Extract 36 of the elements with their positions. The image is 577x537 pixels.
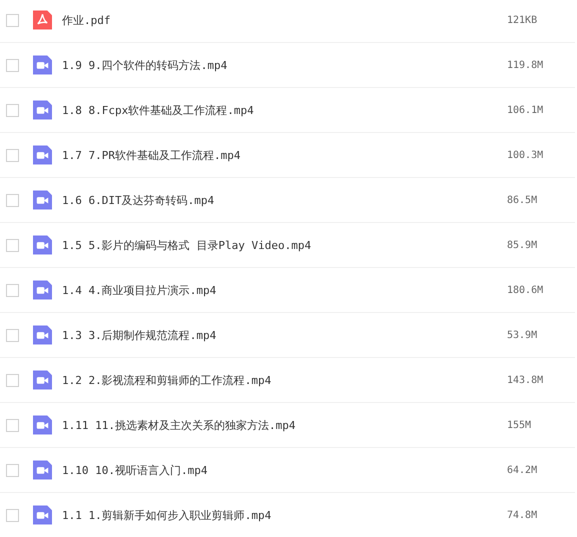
file-name[interactable]: 1.5 5.影片的编码与格式 目录Play Video.mp4 [62, 238, 507, 252]
file-size: 119.8M [507, 60, 544, 70]
file-size: 86.5M [507, 194, 538, 206]
file-size: 100.3M [507, 150, 544, 160]
file-name[interactable]: 1.2 2.影视流程和剪辑师的工作流程.mp4 [62, 372, 507, 388]
file-name[interactable]: 1.9 9.四个软件的转码方法.mp4 [62, 58, 507, 72]
file-size: 53.9M [507, 330, 538, 340]
checkbox[interactable] [6, 508, 19, 522]
file-name[interactable]: 1.6 6.DIT及达芬奇转码.mp4 [62, 192, 507, 208]
checkbox[interactable] [6, 464, 19, 476]
file-name[interactable]: 作业.pdf [62, 12, 507, 28]
file-size: 121KB [507, 14, 538, 26]
checkbox[interactable] [6, 14, 19, 26]
file-size: 64.2M [507, 464, 538, 476]
file-name[interactable]: 1.4 4.商业项目拉片演示.mp4 [62, 282, 507, 298]
checkbox[interactable] [6, 58, 19, 72]
file-name[interactable]: 1.10 10.视听语言入门.mp4 [62, 462, 507, 478]
checkbox[interactable] [6, 104, 19, 116]
checkbox[interactable] [6, 284, 19, 296]
file-size: 143.8M [507, 374, 544, 386]
checkbox[interactable] [6, 238, 19, 252]
checkbox[interactable] [6, 148, 19, 162]
file-size: 106.1M [507, 104, 544, 116]
checkbox[interactable] [6, 418, 19, 432]
file-size: 180.6M [507, 284, 544, 296]
file-name[interactable]: 1.8 8.Fcpx软件基础及工作流程.mp4 [62, 102, 507, 118]
file-name[interactable]: 1.7 7.PR软件基础及工作流程.mp4 [62, 148, 507, 162]
file-name[interactable]: 1.11 11.挑选素材及主次关系的独家方法.mp4 [62, 418, 507, 432]
file-size: 85.9M [507, 240, 538, 250]
file-size: 155M [507, 420, 532, 430]
file-size: 74.8M [507, 510, 538, 520]
checkbox[interactable] [6, 374, 19, 386]
file-name[interactable]: 1.1 1.剪辑新手如何步入职业剪辑师.mp4 [62, 508, 507, 522]
checkbox[interactable] [6, 194, 19, 206]
file-name[interactable]: 1.3 3.后期制作规范流程.mp4 [62, 328, 507, 342]
checkbox[interactable] [6, 328, 19, 342]
